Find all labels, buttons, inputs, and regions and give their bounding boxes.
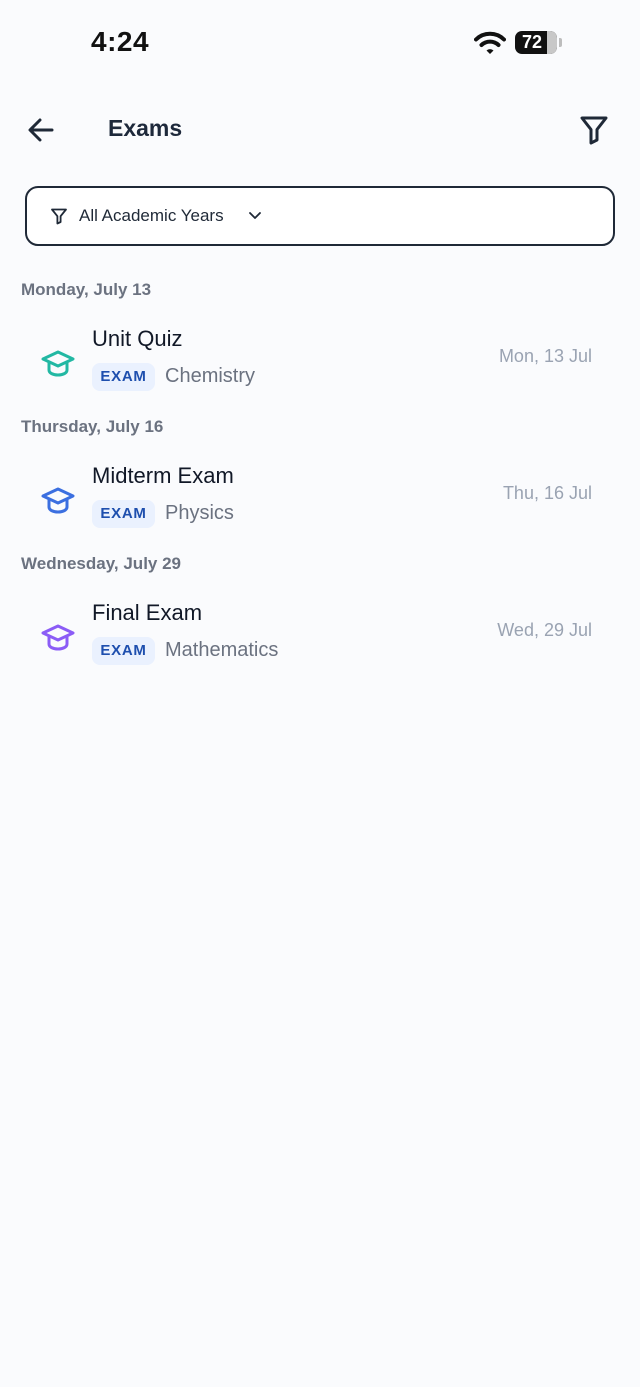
exam-subject: Physics (165, 502, 234, 524)
exam-type-badge: EXAM (92, 637, 155, 665)
exam-type-badge: EXAM (92, 363, 155, 391)
battery-level: 72 (522, 32, 543, 52)
graduation-cap-icon (41, 624, 75, 651)
academic-year-dropdown[interactable]: All Academic Years (25, 186, 615, 246)
page-title: Exams (108, 115, 183, 141)
exam-title: Midterm Exam (92, 463, 234, 488)
funnel-icon (580, 116, 608, 145)
date-section-header: Wednesday, July 29 (21, 554, 181, 573)
exam-date: Thu, 16 Jul (502, 483, 592, 503)
exam-date: Mon, 13 Jul (498, 346, 592, 366)
filter-button[interactable] (578, 113, 610, 147)
exam-date: Wed, 29 Jul (497, 620, 592, 640)
funnel-icon (51, 208, 67, 225)
graduation-cap-icon (41, 350, 75, 377)
graduation-cap-icon (41, 487, 75, 514)
exam-title: Final Exam (92, 600, 203, 625)
exam-list-item[interactable]: Unit Quiz EXAM Chemistry Mon, 13 Jul (20, 322, 620, 408)
back-button[interactable] (24, 114, 58, 146)
battery-cap (559, 38, 562, 47)
exam-subject: Chemistry (165, 365, 256, 387)
academic-year-label: All Academic Years (79, 206, 224, 225)
chevron-down-icon (249, 212, 261, 219)
battery-empty-part (547, 31, 557, 54)
battery-indicator: 72 (515, 31, 557, 54)
status-time: 4:24 (91, 26, 150, 57)
date-section-header: Monday, July 13 (21, 280, 152, 299)
exam-list-item[interactable]: Final Exam EXAM Mathematics Wed, 29 Jul (20, 596, 620, 682)
exam-list-item[interactable]: Midterm Exam EXAM Physics Thu, 16 Jul (20, 459, 620, 545)
exam-type-badge: EXAM (92, 500, 155, 528)
arrow-left-icon (28, 118, 54, 142)
exam-title: Unit Quiz (92, 326, 183, 351)
status-bar: 4:24 72 (0, 0, 640, 88)
exam-subject: Mathematics (165, 639, 279, 661)
date-section-header: Thursday, July 16 (21, 417, 164, 436)
wifi-icon (474, 31, 506, 54)
app-header: Exams (0, 100, 640, 160)
